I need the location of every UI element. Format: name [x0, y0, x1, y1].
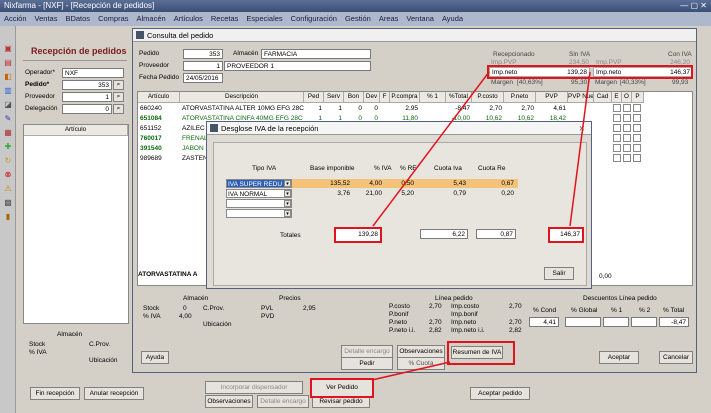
annotation-line-ver-pedido	[371, 361, 451, 381]
annotation-line-base	[372, 71, 490, 227]
annotation-lines	[371, 71, 591, 381]
annotation-line-total	[569, 71, 591, 227]
